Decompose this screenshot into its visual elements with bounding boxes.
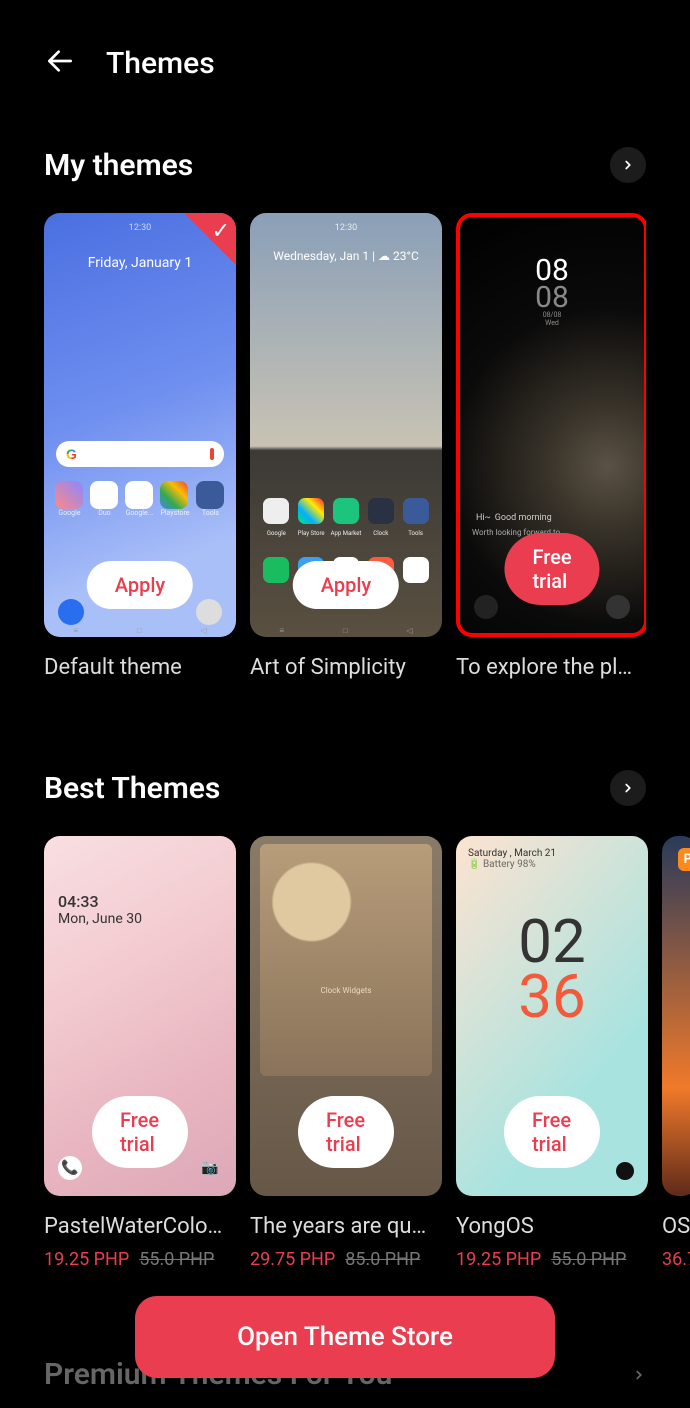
page-header: Themes <box>0 0 690 97</box>
free-trial-button[interactable]: Free trial <box>298 1096 394 1168</box>
theme-price: 36.7 <box>662 1249 690 1270</box>
google-logo-icon: G <box>66 446 77 462</box>
preview-time: 12:30 <box>44 223 236 233</box>
theme-price: 19.25 PHP <box>44 1249 129 1270</box>
dot-icon <box>616 1162 634 1180</box>
theme-preview-pastel: 04:33 Mon, June 30 📞 📷 Free trial <box>44 836 236 1196</box>
theme-title: To explore the pl… <box>456 655 646 680</box>
theme-preview-default: ✓ 12:30 Friday, January 1 G Google Duo G… <box>44 213 236 637</box>
theme-card[interactable]: Saturday , March 21 🔋 Battery 98% 0236 F… <box>456 836 648 1270</box>
my-themes-section: My themes ✓ 12:30 Friday, January 1 G Go… <box>0 147 690 680</box>
preview-time: 12:30 <box>250 223 442 233</box>
theme-title: Default theme <box>44 655 236 680</box>
chevron-right-icon <box>621 781 635 795</box>
theme-card[interactable]: 08 08 08/08 Wed Hi~Good morning Worth lo… <box>456 213 646 680</box>
camera-icon: 📷 <box>198 1156 222 1180</box>
my-themes-more-button[interactable] <box>610 147 646 183</box>
phone-icon <box>58 599 84 625</box>
free-trial-button[interactable]: Free trial <box>92 1096 188 1168</box>
theme-title: OS <box>662 1214 690 1239</box>
theme-price: 29.75 PHP <box>250 1249 335 1270</box>
theme-title: YongOS <box>456 1214 648 1239</box>
theme-old-price: 85.0 PHP <box>345 1249 420 1270</box>
preview-day: Saturday , March 21 <box>468 848 636 859</box>
chevron-right-icon <box>621 158 635 172</box>
theme-preview-art: 12:30 Wednesday, Jan 1 | ☁ 23°C Google P… <box>250 213 442 637</box>
best-themes-more-button[interactable] <box>610 770 646 806</box>
chevron-right-icon <box>632 1368 646 1382</box>
free-trial-button[interactable]: Free trial <box>504 1096 600 1168</box>
open-theme-store-button[interactable]: Open Theme Store <box>135 1296 555 1378</box>
theme-old-price: 55.0 PHP <box>139 1249 214 1270</box>
phone-icon: 📞 <box>58 1156 82 1180</box>
preview-time: 04:33 <box>58 892 222 911</box>
apply-button[interactable]: Apply <box>293 561 399 609</box>
theme-old-price: 55.0 PHP <box>551 1249 626 1270</box>
theme-card[interactable]: ✓ 12:30 Friday, January 1 G Google Duo G… <box>44 213 236 680</box>
theme-preview-years: Clock Widgets Free trial <box>250 836 442 1196</box>
theme-card[interactable]: Clock Widgets Free trial The years are q… <box>250 836 442 1270</box>
arrow-left-icon <box>44 45 76 77</box>
camera-icon <box>196 599 222 625</box>
mic-icon <box>210 448 214 460</box>
theme-preview-planet: 08 08 08/08 Wed Hi~Good morning Worth lo… <box>456 213 646 637</box>
preview-date: Mon, June 30 <box>58 911 222 927</box>
theme-title: Art of Simplicity <box>250 655 442 680</box>
theme-card[interactable]: P OS 36.7 <box>662 836 690 1270</box>
preview-search: G <box>56 441 224 467</box>
preview-min: 08 <box>460 284 644 311</box>
theme-preview-yong: Saturday , March 21 🔋 Battery 98% 0236 F… <box>456 836 648 1196</box>
best-themes-heading: Best Themes <box>44 771 220 806</box>
theme-preview-os: P <box>662 836 690 1196</box>
my-themes-heading: My themes <box>44 148 193 183</box>
theme-price: 19.25 PHP <box>456 1249 541 1270</box>
theme-card[interactable]: 12:30 Wednesday, Jan 1 | ☁ 23°C Google P… <box>250 213 442 680</box>
free-trial-button[interactable]: Free trial <box>504 533 599 605</box>
page-title: Themes <box>106 46 215 81</box>
back-button[interactable] <box>44 45 76 81</box>
best-themes-section: Best Themes 04:33 Mon, June 30 📞 📷 Free … <box>0 770 690 1270</box>
theme-title: PastelWaterColo… <box>44 1214 236 1239</box>
apply-button[interactable]: Apply <box>87 561 193 609</box>
theme-title: The years are qu… <box>250 1214 442 1239</box>
theme-card[interactable]: 04:33 Mon, June 30 📞 📷 Free trial Pastel… <box>44 836 236 1270</box>
premium-badge: P <box>678 848 690 871</box>
